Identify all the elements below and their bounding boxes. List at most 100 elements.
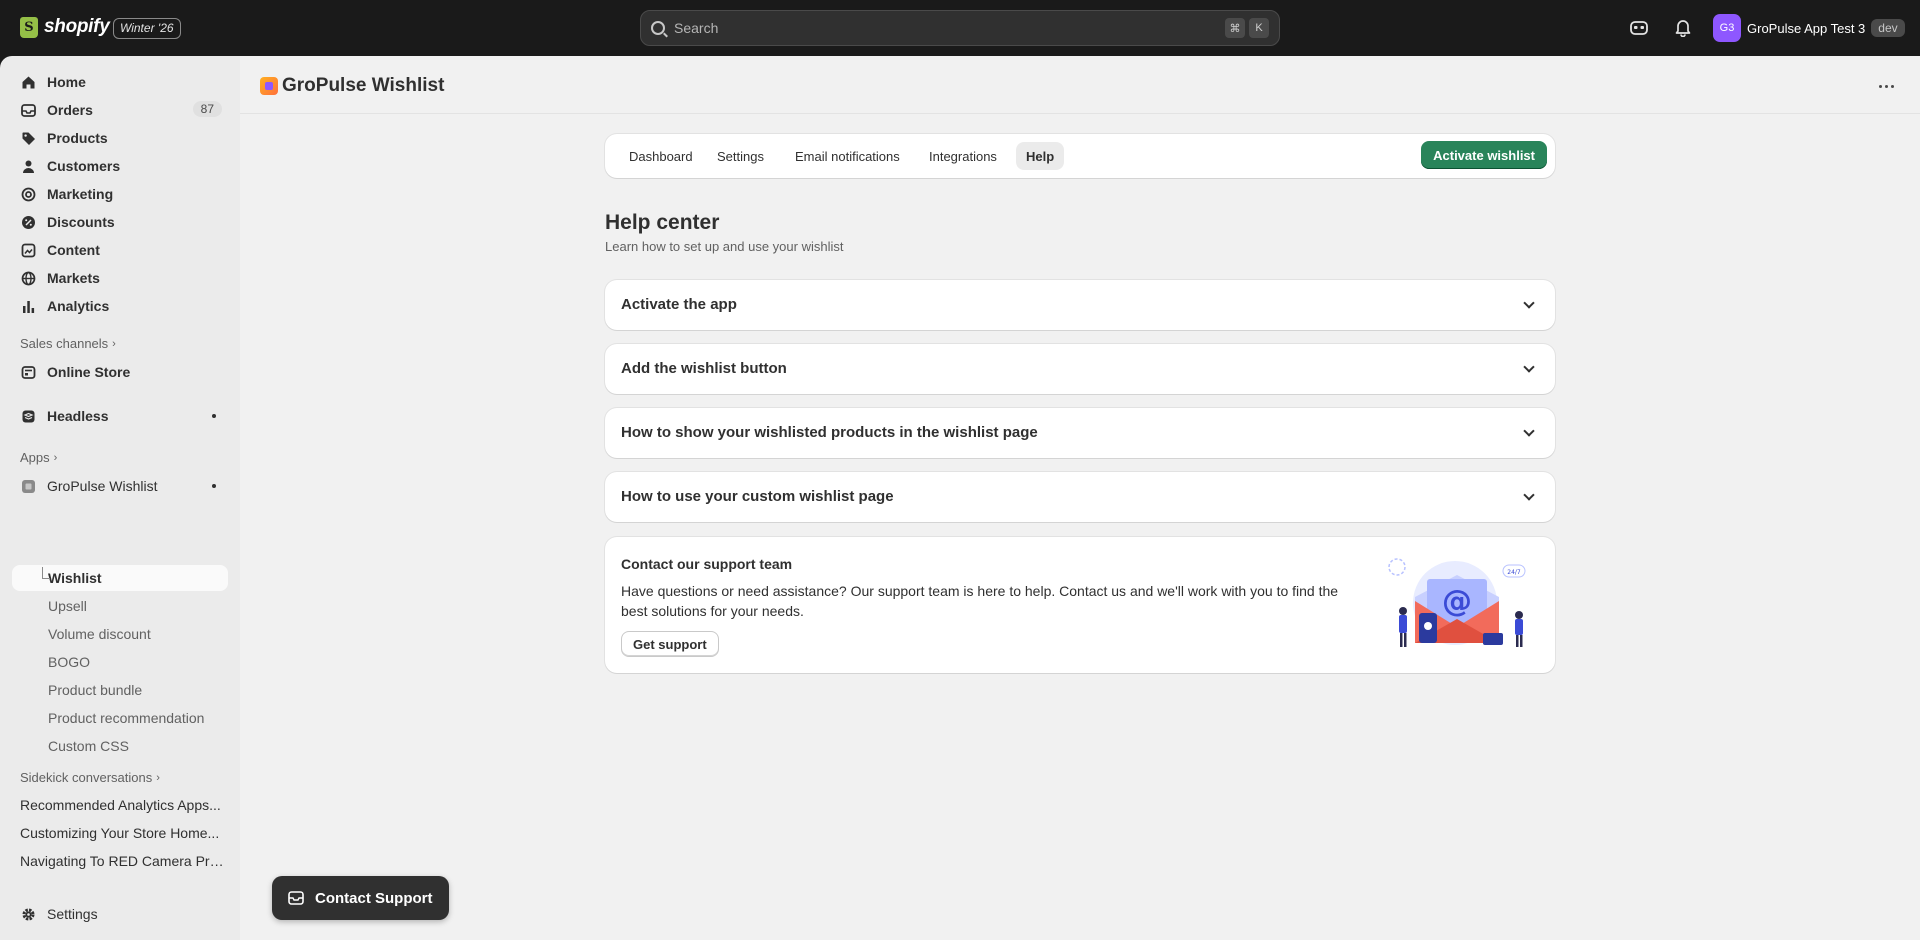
sidebar-item-label: Markets bbox=[47, 270, 100, 286]
orders-count-badge: 87 bbox=[192, 101, 222, 117]
sidebar-subitem-bogo[interactable]: BOGO bbox=[12, 649, 228, 675]
home-icon bbox=[20, 74, 36, 90]
accordion-add-wishlist-button[interactable]: Add the wishlist button bbox=[605, 344, 1555, 394]
bell-icon[interactable] bbox=[1672, 17, 1694, 39]
contact-support-label: Contact Support bbox=[315, 889, 433, 907]
sidebar-item-customers[interactable]: Customers bbox=[12, 152, 228, 180]
sidebar-subitem-volume-discount[interactable]: Volume discount bbox=[12, 621, 228, 647]
accordion-title: How to show your wishlisted products in … bbox=[621, 424, 1038, 441]
sidebar: Home Orders 87 Products Customers Market… bbox=[0, 56, 240, 940]
sidebar-item-orders[interactable]: Orders 87 bbox=[12, 96, 228, 124]
chevron-down-icon bbox=[1523, 489, 1535, 501]
sidebar-subitem-label: Custom CSS bbox=[48, 738, 129, 754]
accordion-show-wishlisted-products[interactable]: How to show your wishlisted products in … bbox=[605, 408, 1555, 458]
sidebar-item-label: Settings bbox=[47, 906, 98, 922]
shopify-logo[interactable]: S shopify bbox=[20, 16, 110, 38]
support-card: Contact our support team Have questions … bbox=[605, 537, 1555, 673]
mail-icon bbox=[288, 891, 304, 905]
app-logo-icon bbox=[260, 77, 278, 95]
app-icon bbox=[20, 478, 36, 494]
conversation-item[interactable]: Navigating To RED Camera Pro... bbox=[20, 853, 226, 869]
activate-wishlist-button[interactable]: Activate wishlist bbox=[1421, 141, 1547, 169]
chevron-down-icon bbox=[1523, 425, 1535, 437]
accordion-custom-wishlist-page[interactable]: How to use your custom wishlist page bbox=[605, 472, 1555, 522]
sidebar-item-label: Products bbox=[47, 130, 108, 146]
contact-support-button[interactable]: Contact Support bbox=[272, 876, 449, 920]
headless-icon bbox=[20, 408, 36, 424]
sidebar-item-headless[interactable]: Headless bbox=[12, 402, 228, 430]
sales-channels-label[interactable]: Sales channels › bbox=[20, 336, 116, 351]
svg-text:@: @ bbox=[1442, 584, 1472, 619]
sidebar-item-discounts[interactable]: Discounts bbox=[12, 208, 228, 236]
sidekick-icon[interactable] bbox=[1628, 17, 1650, 39]
logo-text: shopify bbox=[44, 16, 110, 37]
sidebar-item-analytics[interactable]: Analytics bbox=[12, 292, 228, 320]
sidebar-subitem-wishlist[interactable]: Wishlist bbox=[12, 565, 228, 591]
shopify-bag-icon: S bbox=[20, 16, 38, 38]
apps-label[interactable]: Apps › bbox=[20, 450, 57, 465]
sidebar-item-online-store[interactable]: Online Store bbox=[12, 358, 228, 386]
search-bar[interactable]: ⌘ K bbox=[640, 10, 1280, 46]
sidebar-item-products[interactable]: Products bbox=[12, 124, 228, 152]
support-description: Have questions or need assistance? Our s… bbox=[621, 583, 1339, 619]
section-label-text: Sidekick conversations bbox=[20, 770, 153, 785]
sidebar-item-label: Home bbox=[47, 74, 86, 90]
sidebar-item-label: Analytics bbox=[47, 298, 110, 314]
sidebar-subitem-label: Volume discount bbox=[48, 626, 151, 642]
avatar: G3 bbox=[1713, 14, 1741, 42]
support-title: Contact our support team bbox=[621, 556, 793, 572]
user-name: GroPulse App Test 3 bbox=[1747, 20, 1866, 36]
accordion-activate-app[interactable]: Activate the app bbox=[605, 280, 1555, 330]
sidekick-conversations-label[interactable]: Sidekick conversations › bbox=[20, 770, 160, 785]
page-title: GroPulse Wishlist bbox=[282, 75, 445, 96]
sidebar-item-label: Online Store bbox=[47, 364, 131, 380]
sidebar-item-markets[interactable]: Markets bbox=[12, 264, 228, 292]
tab-dashboard[interactable]: Dashboard bbox=[619, 142, 703, 170]
target-icon bbox=[20, 186, 36, 202]
chevron-right-icon: › bbox=[156, 771, 160, 784]
tab-email-notifications[interactable]: Email notifications bbox=[785, 142, 910, 170]
sidebar-subitem-custom-css[interactable]: Custom CSS bbox=[12, 733, 228, 759]
sidebar-item-marketing[interactable]: Marketing bbox=[12, 180, 228, 208]
sidebar-item-home[interactable]: Home bbox=[12, 68, 228, 96]
main-content: GroPulse Wishlist Dashboard Settings Ema… bbox=[240, 56, 1920, 940]
section-label-text: Sales channels bbox=[20, 336, 109, 351]
sidebar-subitem-label: Wishlist bbox=[48, 570, 102, 586]
conversation-item[interactable]: Customizing Your Store Home... bbox=[20, 825, 226, 841]
section-label-text: Apps bbox=[20, 450, 50, 465]
gear-icon bbox=[20, 906, 36, 922]
tag-icon bbox=[20, 130, 36, 146]
edition-badge[interactable]: Winter '26 bbox=[113, 18, 181, 39]
sidebar-subitem-upsell[interactable]: Upsell bbox=[12, 593, 228, 619]
user-menu[interactable]: G3 GroPulse App Test 3 dev bbox=[1713, 14, 1905, 42]
sidebar-subitem-label: Product recommendation bbox=[48, 710, 205, 726]
sidebar-item-label: Headless bbox=[47, 408, 109, 424]
sidebar-item-label: Orders bbox=[47, 102, 93, 118]
sidebar-item-gropulse-wishlist[interactable]: GroPulse Wishlist bbox=[12, 472, 228, 500]
sidebar-item-settings[interactable]: Settings bbox=[12, 900, 228, 928]
more-actions-button[interactable] bbox=[1872, 76, 1900, 96]
sidebar-subitem-label: Product bundle bbox=[48, 682, 143, 698]
sidebar-subitem-product-bundle[interactable]: Product bundle bbox=[12, 677, 228, 703]
tab-help[interactable]: Help bbox=[1016, 142, 1065, 170]
sidebar-subitem-label: Upsell bbox=[48, 598, 87, 614]
accordion-title: How to use your custom wishlist page bbox=[621, 488, 894, 505]
tab-settings[interactable]: Settings bbox=[707, 142, 774, 170]
tab-integrations[interactable]: Integrations bbox=[919, 142, 1007, 170]
search-input[interactable] bbox=[674, 20, 1221, 36]
chevron-right-icon: › bbox=[112, 337, 116, 350]
orders-icon bbox=[20, 102, 36, 118]
page-header: GroPulse Wishlist bbox=[240, 56, 1920, 114]
pin-dot bbox=[212, 414, 216, 418]
sidebar-item-label: Content bbox=[47, 242, 100, 258]
top-bar: S shopify Winter '26 ⌘ K G3 GroPulse App… bbox=[0, 0, 1920, 56]
get-support-button[interactable]: Get support bbox=[621, 631, 719, 657]
search-icon bbox=[651, 21, 665, 35]
sidebar-item-label: Customers bbox=[47, 158, 121, 174]
sidebar-item-content[interactable]: Content bbox=[12, 236, 228, 264]
discount-icon bbox=[20, 214, 36, 230]
conversation-item[interactable]: Recommended Analytics Apps... bbox=[20, 797, 226, 813]
sidebar-subitem-product-recommendation[interactable]: Product recommendation bbox=[12, 705, 228, 731]
bar-chart-icon bbox=[20, 298, 36, 314]
tabs-bar: Dashboard Settings Email notifications I… bbox=[605, 134, 1555, 178]
